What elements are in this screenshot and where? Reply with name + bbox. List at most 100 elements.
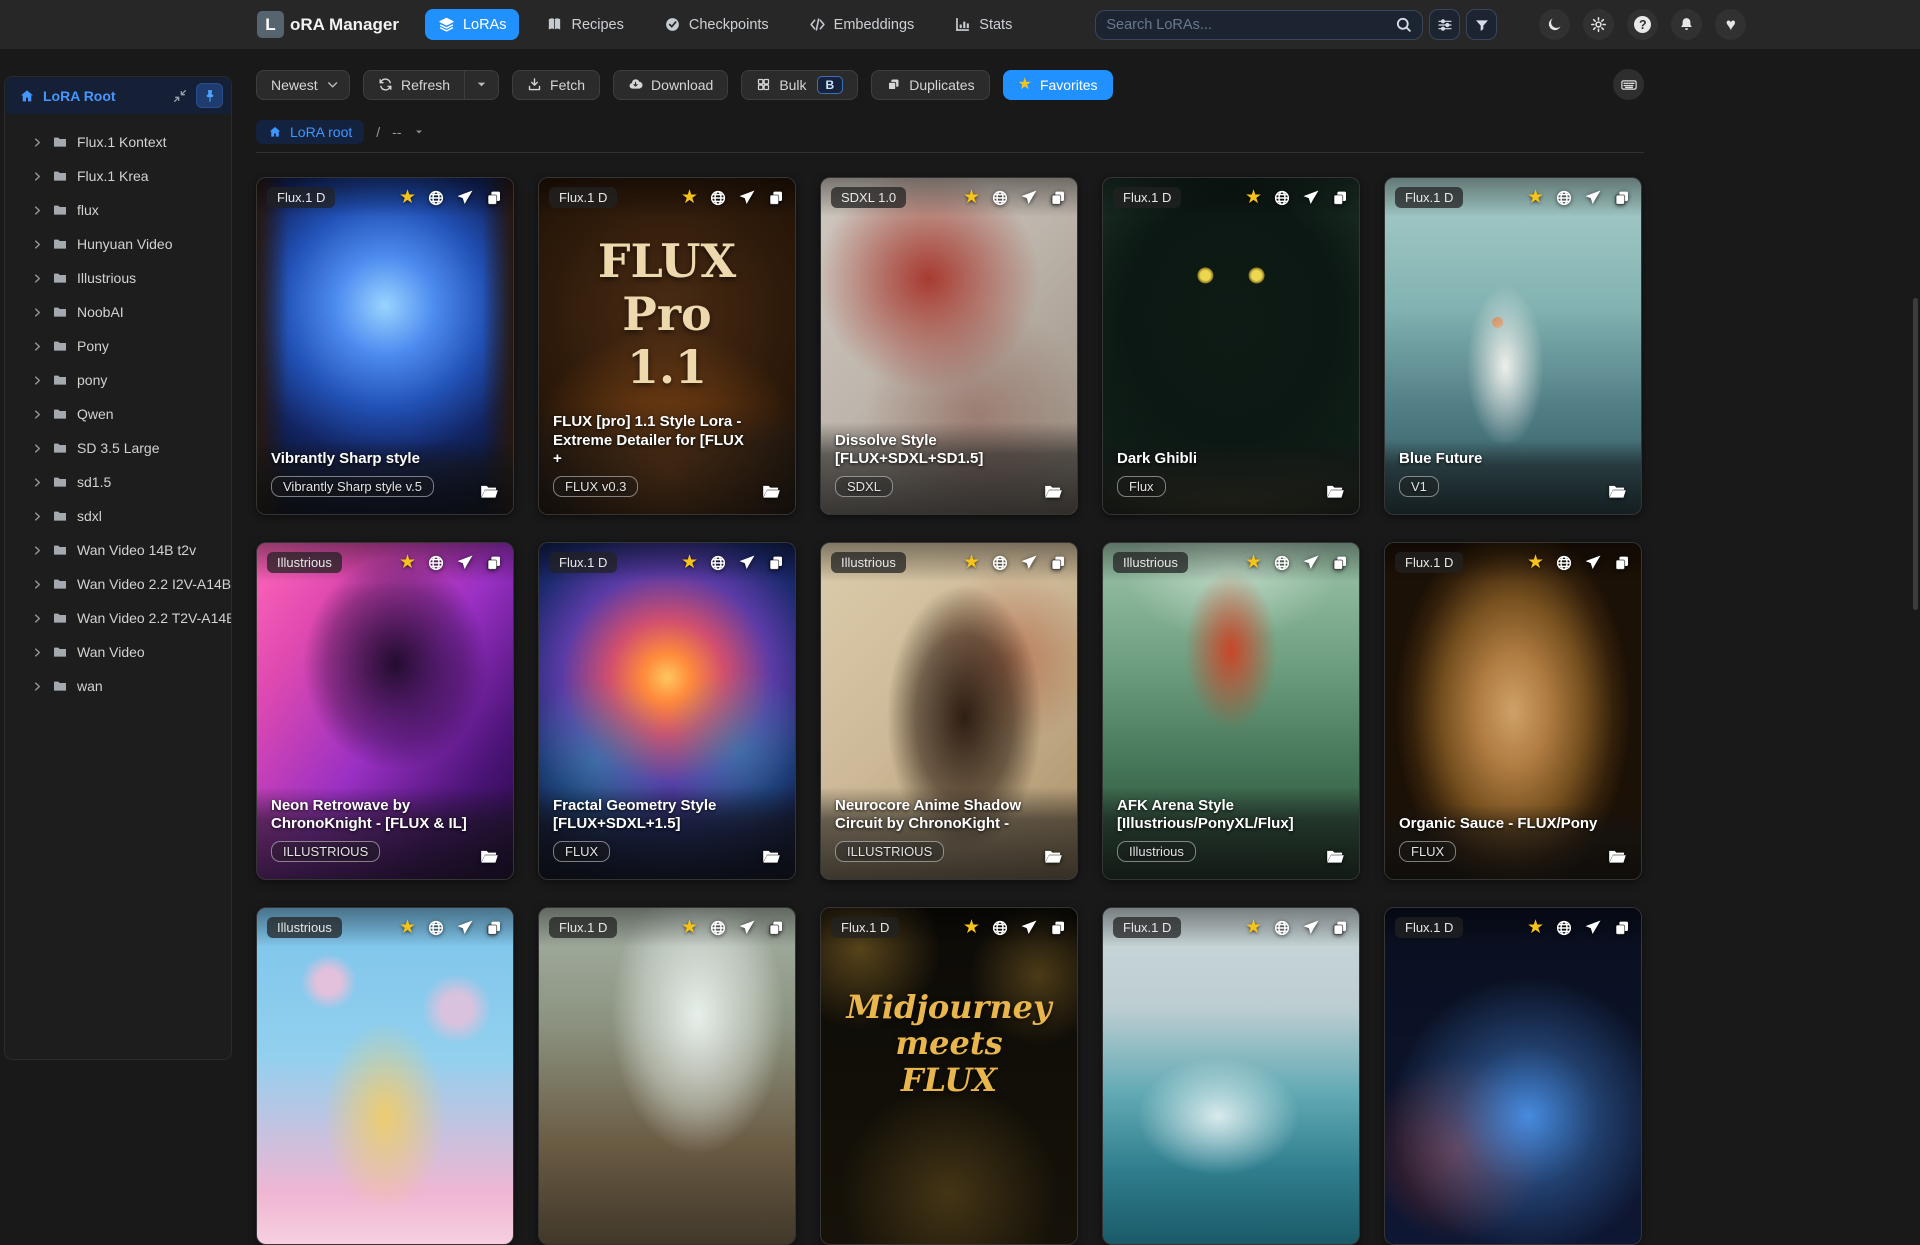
copy-icon[interactable] [1613,554,1631,572]
copy-icon[interactable] [1049,919,1067,937]
favorite-star-icon[interactable]: ★ [1245,918,1262,937]
nav-tab-recipes[interactable]: Recipes [533,9,636,40]
refresh-button[interactable]: Refresh [363,69,466,100]
send-icon[interactable] [1584,189,1602,207]
lora-card[interactable]: Illustrious ★ Neurocore Anime Shadow Cir… [820,542,1078,880]
page-scrollbar[interactable] [1913,298,1918,610]
lora-card[interactable]: Illustrious ★ [256,907,514,1245]
favorite-star-icon[interactable]: ★ [1527,918,1544,937]
sidebar-folder-item[interactable]: wan [5,669,231,703]
globe-icon[interactable] [991,189,1009,207]
sidebar-folder-item[interactable]: pony [5,363,231,397]
lora-card[interactable]: Flux.1 D ★ Fractal Geometry Style [FLUX+… [538,542,796,880]
send-icon[interactable] [1302,189,1320,207]
sidebar-folder-item[interactable]: Pony [5,329,231,363]
keyboard-shortcuts-button[interactable] [1613,69,1644,100]
lora-card[interactable]: Flux.1 D ★ [1384,907,1642,1245]
favorite-star-icon[interactable]: ★ [963,553,980,572]
globe-icon[interactable] [709,919,727,937]
bulk-button[interactable]: Bulk B [741,69,859,100]
send-icon[interactable] [1302,919,1320,937]
copy-icon[interactable] [1049,189,1067,207]
favorites-nav-button[interactable]: ♥ [1715,9,1747,40]
nav-tab-loras[interactable]: LoRAs [424,9,520,40]
send-icon[interactable] [1020,189,1038,207]
breadcrumb-caret-icon[interactable] [413,126,425,138]
favorite-star-icon[interactable]: ★ [963,188,980,207]
copy-icon[interactable] [1049,554,1067,572]
globe-icon[interactable] [427,919,445,937]
send-icon[interactable] [738,554,756,572]
copy-icon[interactable] [1613,189,1631,207]
sidebar-folder-item[interactable]: sd1.5 [5,465,231,499]
copy-icon[interactable] [767,189,785,207]
notifications-button[interactable] [1671,9,1703,40]
duplicates-button[interactable]: Duplicates [871,69,990,100]
send-icon[interactable] [456,189,474,207]
send-icon[interactable] [738,189,756,207]
lora-card[interactable]: Illustrious ★ AFK Arena Style [Illustrio… [1102,542,1360,880]
lora-card[interactable]: Illustrious ★ Neon Retrowave by ChronoKn… [256,542,514,880]
refresh-options-button[interactable] [465,69,500,100]
open-folder-icon[interactable] [1607,481,1628,502]
favorite-star-icon[interactable]: ★ [963,918,980,937]
copy-icon[interactable] [767,554,785,572]
sidebar-folder-item[interactable]: Flux.1 Kontext [5,125,231,159]
nav-tab-stats[interactable]: Stats [941,9,1025,40]
filter-button[interactable] [1466,9,1498,40]
open-folder-icon[interactable] [761,481,782,502]
send-icon[interactable] [1584,554,1602,572]
sidebar-folder-item[interactable]: sdxl [5,499,231,533]
sidebar-folder-item[interactable]: NoobAI [5,295,231,329]
lora-card[interactable]: Flux.1 D ★ [538,907,796,1245]
lora-card[interactable]: Midjourney meets FLUX Flux.1 D ★ [820,907,1078,1245]
globe-icon[interactable] [427,189,445,207]
copy-icon[interactable] [485,554,503,572]
open-folder-icon[interactable] [479,481,500,502]
sidebar-folder-item[interactable]: SD 3.5 Large [5,431,231,465]
globe-icon[interactable] [427,554,445,572]
sidebar-folder-item[interactable]: Qwen [5,397,231,431]
settings-button[interactable] [1583,9,1615,40]
favorite-star-icon[interactable]: ★ [681,918,698,937]
favorite-star-icon[interactable]: ★ [681,188,698,207]
copy-icon[interactable] [1331,554,1349,572]
globe-icon[interactable] [1273,554,1291,572]
globe-icon[interactable] [991,919,1009,937]
favorite-star-icon[interactable]: ★ [1245,188,1262,207]
globe-icon[interactable] [1273,919,1291,937]
lora-card[interactable]: Flux.1 D ★ Dark Ghibli Flux [1102,177,1360,515]
favorite-star-icon[interactable]: ★ [1527,553,1544,572]
help-button[interactable]: ? [1627,9,1659,40]
send-icon[interactable] [456,919,474,937]
globe-icon[interactable] [1555,554,1573,572]
lora-card[interactable]: FLUX Pro 1.1 Flux.1 D ★ FLUX [pro] 1.1 S… [538,177,796,515]
nav-tab-embeddings[interactable]: Embeddings [796,9,928,40]
sidebar-folder-item[interactable]: Wan Video 2.2 I2V-A14B [5,567,231,601]
open-folder-icon[interactable] [1043,481,1064,502]
sidebar-header[interactable]: LoRA Root [5,77,231,114]
breadcrumb-root[interactable]: LoRA root [256,120,365,144]
send-icon[interactable] [1584,919,1602,937]
theme-toggle-button[interactable] [1539,9,1571,40]
open-folder-icon[interactable] [479,846,500,867]
copy-icon[interactable] [767,919,785,937]
favorite-star-icon[interactable]: ★ [399,918,416,937]
globe-icon[interactable] [709,189,727,207]
fetch-button[interactable]: Fetch [512,69,601,100]
globe-icon[interactable] [1273,189,1291,207]
globe-icon[interactable] [1555,919,1573,937]
sidebar-folder-item[interactable]: Flux.1 Krea [5,159,231,193]
globe-icon[interactable] [709,554,727,572]
sidebar-folder-item[interactable]: Wan Video 2.2 T2V-A14B [5,601,231,635]
send-icon[interactable] [1020,554,1038,572]
lora-card[interactable]: Flux.1 D ★ Vibrantly Sharp style Vibrant… [256,177,514,515]
favorites-filter-button[interactable]: ★ Favorites [1002,69,1113,100]
sort-dropdown[interactable]: Newest [256,69,350,100]
nav-tab-checkpoints[interactable]: Checkpoints [651,9,782,40]
send-icon[interactable] [456,554,474,572]
copy-icon[interactable] [1331,189,1349,207]
collapse-tree-icon[interactable] [172,88,188,104]
download-button[interactable]: Download [613,69,729,100]
pin-sidebar-button[interactable] [196,83,223,108]
